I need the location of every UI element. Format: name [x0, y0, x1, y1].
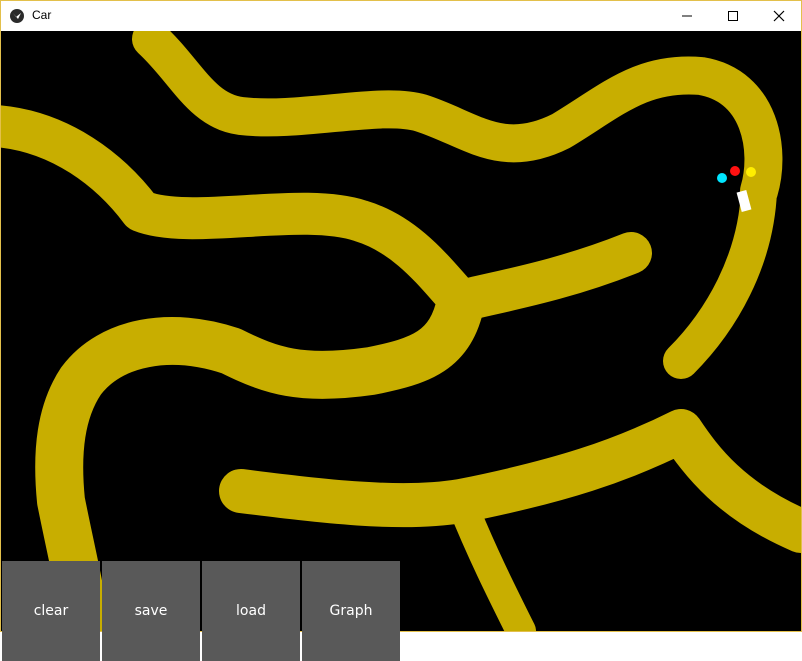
track-segment-lower-right: [219, 409, 801, 553]
close-icon: [773, 10, 785, 22]
track-segment-top: [132, 31, 783, 210]
clear-button[interactable]: clear: [2, 561, 100, 661]
drawing-canvas[interactable]: clear save load Graph: [1, 31, 801, 661]
minimize-icon: [682, 15, 692, 17]
kivy-app-icon: [10, 9, 24, 23]
button-bar: clear save load Graph: [1, 561, 401, 661]
title-bar[interactable]: Car: [1, 1, 801, 31]
sensor-left: [717, 173, 727, 183]
maximize-button[interactable]: [710, 1, 756, 31]
sensor-right: [746, 167, 756, 177]
track-segment-bottom: [446, 486, 536, 631]
graph-button[interactable]: Graph: [302, 561, 400, 661]
save-button[interactable]: save: [102, 561, 200, 661]
maximize-icon: [728, 11, 738, 21]
close-button[interactable]: [756, 1, 802, 31]
load-button[interactable]: load: [202, 561, 300, 661]
minimize-button[interactable]: [664, 1, 710, 31]
track-segment-right: [663, 173, 777, 379]
window-title: Car: [32, 8, 52, 22]
sensor-center: [730, 166, 740, 176]
app-window: Car clear save load Graph: [0, 0, 802, 661]
